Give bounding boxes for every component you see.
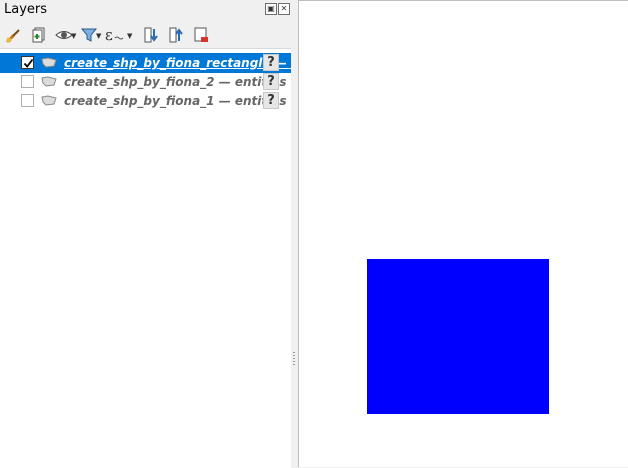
- layer-tree: create_shp_by_fiona_rectangle — entities…: [0, 48, 291, 468]
- layer-visibility-checkbox[interactable]: [21, 94, 34, 107]
- panel-title: Layers: [4, 2, 48, 17]
- layer-visibility-checkbox[interactable]: [21, 56, 34, 69]
- panel-splitter[interactable]: [291, 0, 298, 467]
- expand-all-icon[interactable]: [140, 24, 162, 46]
- polygon-layer-icon: [41, 76, 57, 90]
- rectangle-feature: [367, 259, 549, 414]
- chevron-down-icon[interactable]: ▼: [127, 32, 132, 40]
- polygon-layer-icon: [41, 57, 57, 71]
- map-canvas[interactable]: [298, 0, 628, 467]
- help-icon: ?: [263, 73, 279, 90]
- layer-row-rectangle[interactable]: create_shp_by_fiona_rectangle — entities…: [0, 53, 291, 73]
- layer-name[interactable]: create_shp_by_fiona_2 — entities: [64, 75, 287, 89]
- layer-name[interactable]: create_shp_by_fiona_1 — entities: [64, 94, 287, 108]
- collapse-all-icon[interactable]: [165, 24, 187, 46]
- layer-name[interactable]: create_shp_by_fiona_rectangle — entities: [64, 56, 291, 70]
- layers-panel: Layers ▣ ✕ ▼ ▼ ε ▼ create_shp_by_fiona_r…: [0, 0, 291, 468]
- layer-visibility-checkbox[interactable]: [21, 75, 34, 88]
- layer-row-2[interactable]: create_shp_by_fiona_2 — entities ?: [0, 72, 291, 92]
- polygon-layer-icon: [41, 95, 57, 109]
- splitter-grip[interactable]: [293, 352, 295, 366]
- chevron-down-icon[interactable]: ▼: [71, 32, 76, 40]
- chevron-down-icon[interactable]: ▼: [96, 32, 101, 40]
- open-layer-styling-icon[interactable]: [3, 24, 25, 46]
- help-icon: ?: [263, 54, 279, 71]
- svg-text:ε: ε: [105, 26, 113, 44]
- help-icon: ?: [263, 92, 279, 109]
- remove-layer-icon[interactable]: [190, 24, 212, 46]
- add-group-icon[interactable]: [28, 24, 50, 46]
- layer-row-1[interactable]: create_shp_by_fiona_1 — entities ?: [0, 91, 291, 111]
- filter-by-expression-icon[interactable]: ε: [103, 24, 125, 46]
- close-panel-button[interactable]: ✕: [278, 3, 290, 15]
- layers-toolbar: ▼ ▼ ε ▼: [0, 22, 291, 48]
- float-panel-button[interactable]: ▣: [265, 3, 277, 15]
